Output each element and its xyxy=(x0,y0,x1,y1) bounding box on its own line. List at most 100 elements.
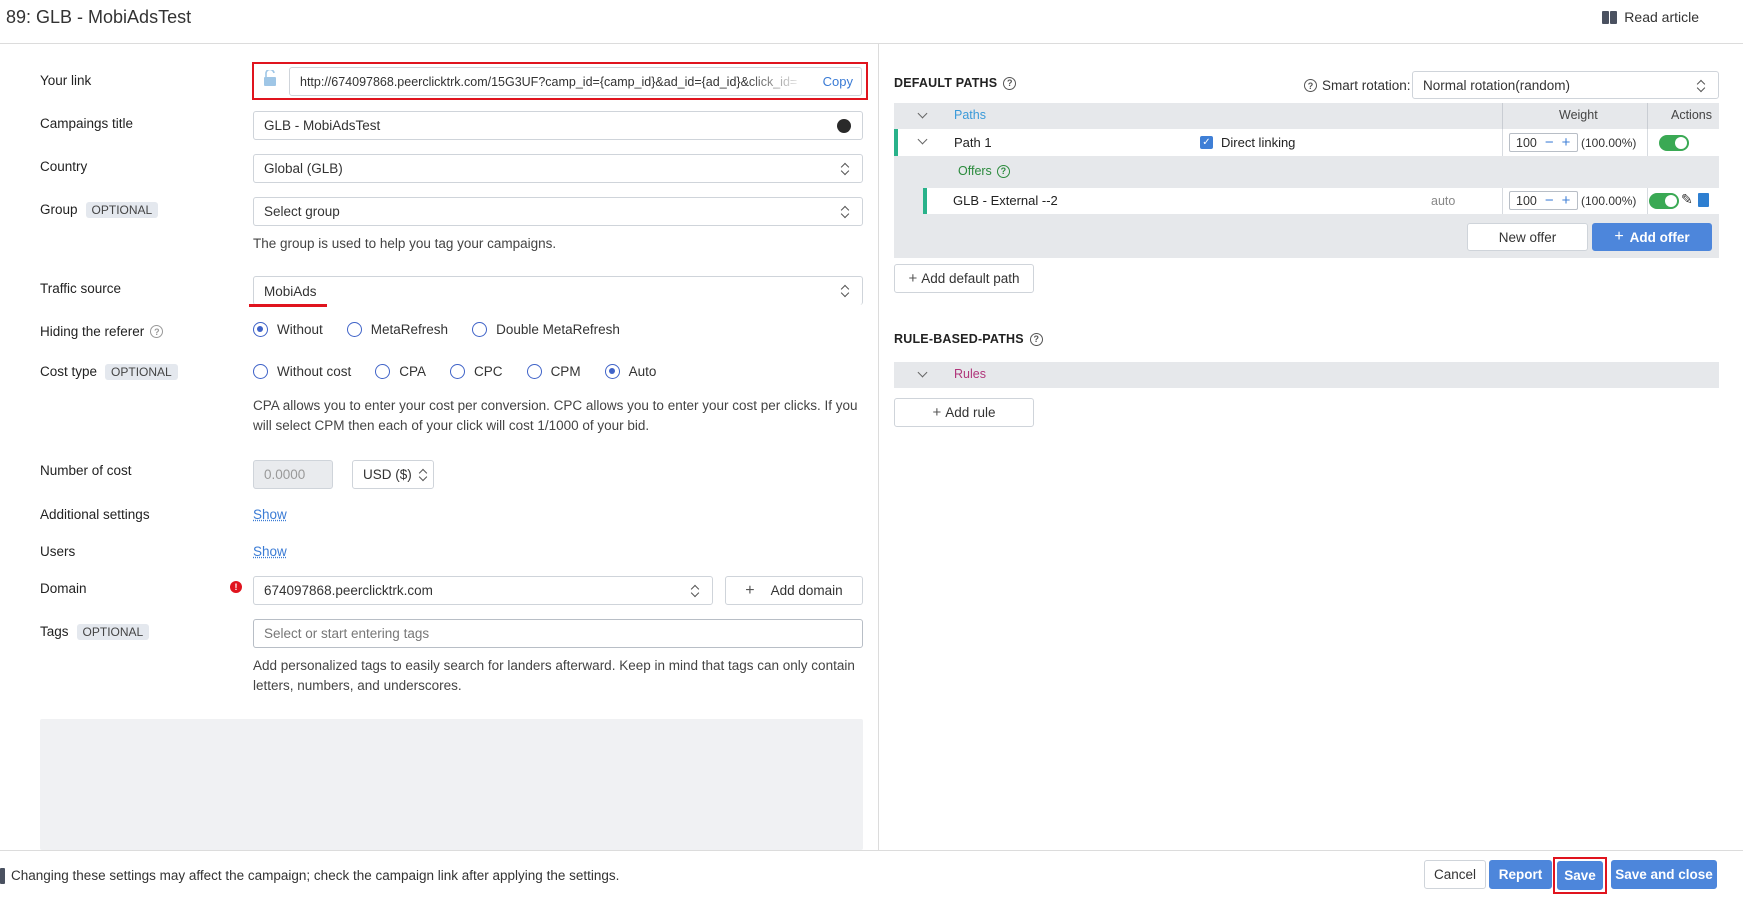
radio-icon[interactable] xyxy=(375,364,391,379)
currency-select[interactable]: USD ($) xyxy=(352,460,434,489)
top-bar: 89: GLB - MobiAdsTest Read article xyxy=(0,0,1743,44)
radio-icon[interactable] xyxy=(346,322,362,337)
trash-icon[interactable] xyxy=(1698,193,1709,207)
warning-marker xyxy=(0,868,5,884)
help-icon[interactable]: ? xyxy=(1304,79,1317,92)
cancel-label: Cancel xyxy=(1433,867,1477,882)
edit-icon[interactable]: ✎ xyxy=(1681,191,1693,208)
minus-icon[interactable]: − xyxy=(1545,192,1554,209)
help-icon[interactable]: ? xyxy=(150,325,164,338)
path-toggle[interactable] xyxy=(1659,135,1689,151)
offers-label: Offers xyxy=(958,164,992,178)
save-button[interactable]: Save xyxy=(1557,861,1603,890)
path-weight-stepper[interactable]: 100 − + xyxy=(1509,133,1578,152)
read-article-link[interactable]: Read article xyxy=(1602,9,1699,25)
offer-weight-value: 100 xyxy=(1516,193,1537,208)
traffic-source-value: MobiAds xyxy=(264,283,317,299)
traffic-source-underline xyxy=(249,304,327,307)
new-offer-button[interactable]: New offer xyxy=(1467,223,1588,251)
radio-checked-icon[interactable] xyxy=(253,322,268,337)
col-sep xyxy=(1502,103,1503,129)
additional-settings-label: Additional settings xyxy=(40,507,150,522)
your-link-label: Your link xyxy=(40,73,92,88)
select-arrows-icon xyxy=(841,163,850,175)
tags-label: Tags OPTIONAL xyxy=(40,624,150,640)
tags-input[interactable]: Select or start entering tags xyxy=(253,619,863,648)
domain-select[interactable]: 674097868.peerclicktrk.com xyxy=(253,576,713,605)
offer-weight-stepper[interactable]: 100 − + xyxy=(1509,191,1578,210)
select-arrows-icon xyxy=(419,469,428,481)
radio-label: CPC xyxy=(474,364,503,379)
add-domain-button[interactable]: + Add domain xyxy=(725,576,863,605)
radio-checked-icon[interactable] xyxy=(604,364,620,379)
path-name: Path 1 xyxy=(954,135,992,150)
path-row[interactable]: Path 1 ✓ Direct linking 100 − + (100.00%… xyxy=(894,129,1719,156)
users-show-link[interactable]: Show xyxy=(253,544,287,559)
optional-badge: OPTIONAL xyxy=(105,364,178,380)
your-link-field[interactable]: http://674097868.peerclicktrk.com/15G3UF… xyxy=(289,67,862,96)
col-sep xyxy=(1647,103,1648,129)
report-button[interactable]: Report xyxy=(1489,860,1552,889)
hiding-referer-options: Without MetaRefresh Double MetaRefresh xyxy=(253,322,644,337)
offer-row[interactable]: GLB - External --2 auto 100 − + (100.00%… xyxy=(923,188,1719,214)
add-offer-button[interactable]: + Add offer xyxy=(1592,223,1712,251)
chevron-down-icon[interactable] xyxy=(917,134,928,145)
bottom-bar: Changing these settings may affect the c… xyxy=(0,850,1743,903)
book-icon xyxy=(1602,10,1618,24)
direct-linking-checkbox[interactable]: ✓ xyxy=(1200,136,1213,149)
smart-rotation-label: ? Smart rotation: xyxy=(1304,78,1411,93)
radio-icon[interactable] xyxy=(526,364,542,379)
radio-icon[interactable] xyxy=(253,364,268,379)
plus-icon[interactable]: + xyxy=(1562,134,1571,151)
rules-header-row[interactable]: Rules xyxy=(894,362,1719,388)
help-icon[interactable]: ? xyxy=(996,164,1010,178)
select-arrows-icon xyxy=(841,206,850,218)
help-icon[interactable]: ? xyxy=(1029,332,1043,346)
traffic-source-label: Traffic source xyxy=(40,281,122,296)
cost-option-without[interactable]: Without cost xyxy=(253,364,351,379)
referer-option-without[interactable]: Without xyxy=(253,322,323,337)
add-default-path-label: Add default path xyxy=(921,271,1020,286)
save-close-label: Save and close xyxy=(1615,867,1713,882)
offer-name: GLB - External --2 xyxy=(953,193,1058,208)
cost-option-cpc[interactable]: CPC xyxy=(450,364,503,379)
preview-area xyxy=(40,719,863,850)
direct-linking-label: Direct linking xyxy=(1221,135,1296,150)
add-default-path-button[interactable]: + Add default path xyxy=(894,264,1034,293)
campaign-title-input[interactable]: GLB - MobiAdsTest xyxy=(253,111,863,140)
cost-option-auto[interactable]: Auto xyxy=(604,364,656,379)
cost-option-cpa[interactable]: CPA xyxy=(375,364,426,379)
chevron-down-icon[interactable] xyxy=(917,367,928,378)
additional-settings-show-link[interactable]: Show xyxy=(253,507,287,522)
domain-label: Domain xyxy=(40,581,87,596)
radio-icon[interactable] xyxy=(472,322,488,337)
referer-option-metarefresh[interactable]: MetaRefresh xyxy=(346,322,448,337)
error-icon: ! xyxy=(230,581,242,593)
save-and-close-button[interactable]: Save and close xyxy=(1611,860,1717,889)
cost-input[interactable]: 0.0000 xyxy=(253,460,333,489)
smart-rotation-select[interactable]: Normal rotation(random) xyxy=(1412,71,1719,99)
color-dot-icon[interactable] xyxy=(837,119,851,133)
plus-icon[interactable]: + xyxy=(1562,192,1571,209)
col-sep xyxy=(1647,129,1648,156)
chevron-down-icon[interactable] xyxy=(917,108,928,119)
referer-option-double-metarefresh[interactable]: Double MetaRefresh xyxy=(472,322,620,337)
cost-option-cpm[interactable]: CPM xyxy=(526,364,581,379)
minus-icon[interactable]: − xyxy=(1545,134,1554,151)
traffic-source-select[interactable]: MobiAds xyxy=(253,276,863,305)
domain-value: 674097868.peerclicktrk.com xyxy=(264,583,433,598)
group-select[interactable]: Select group xyxy=(253,197,863,226)
add-rule-button[interactable]: + Add rule xyxy=(894,398,1034,427)
campaign-title-label: Campaings title xyxy=(40,116,134,131)
paths-panel: DEFAULT PATHS ? ? Smart rotation: Normal… xyxy=(879,44,1743,850)
optional-badge: OPTIONAL xyxy=(85,202,159,218)
rule-paths-title: RULE-BASED-PATHS ? xyxy=(894,332,1043,346)
radio-icon[interactable] xyxy=(450,364,466,379)
radio-label: CPA xyxy=(399,364,427,379)
cancel-button[interactable]: Cancel xyxy=(1424,860,1486,889)
copy-link-button[interactable]: Copy xyxy=(823,74,853,89)
col-actions: Actions xyxy=(1671,108,1712,122)
help-icon[interactable]: ? xyxy=(1003,76,1017,90)
country-select[interactable]: Global (GLB) xyxy=(253,154,863,183)
offer-toggle[interactable] xyxy=(1649,193,1679,209)
